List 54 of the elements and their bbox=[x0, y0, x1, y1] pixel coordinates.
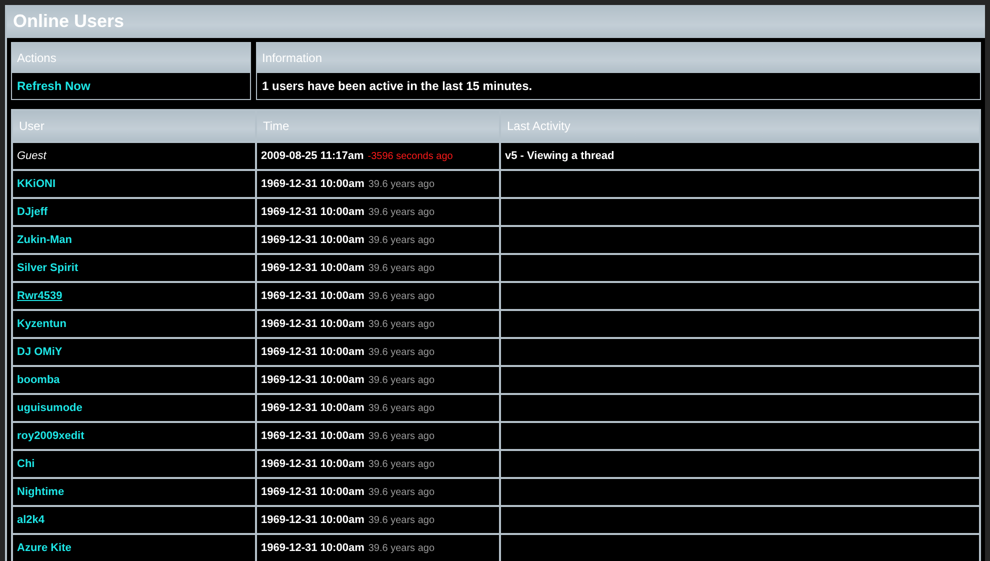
time-ago: 39.6 years ago bbox=[368, 486, 435, 498]
time-ago: 39.6 years ago bbox=[368, 514, 435, 526]
time-text: 1969-12-31 10:00am bbox=[261, 234, 364, 246]
time-ago: 39.6 years ago bbox=[368, 346, 435, 358]
user-link[interactable]: DJ OMiY bbox=[17, 346, 62, 358]
time-text: 1969-12-31 10:00am bbox=[261, 458, 364, 470]
user-link[interactable]: Zukin-Man bbox=[17, 234, 72, 246]
user-link[interactable]: boomba bbox=[17, 374, 60, 386]
time-ago: 39.6 years ago bbox=[368, 178, 435, 190]
user-link[interactable]: Chi bbox=[17, 458, 35, 470]
time-text: 1969-12-31 10:00am bbox=[261, 346, 364, 358]
user-link[interactable]: Rwr4539 bbox=[17, 290, 62, 302]
time-ago: 39.6 years ago bbox=[368, 234, 435, 246]
time-text: 1969-12-31 10:00am bbox=[261, 430, 364, 442]
column-header: User bbox=[13, 111, 255, 141]
user-link[interactable]: uguisumode bbox=[17, 402, 82, 414]
user-link[interactable]: Nightime bbox=[17, 486, 64, 498]
guest-name: Guest bbox=[17, 150, 46, 162]
time-text: 1969-12-31 10:00am bbox=[261, 206, 364, 218]
time-ago: 39.6 years ago bbox=[368, 458, 435, 470]
time-ago: 39.6 years ago bbox=[368, 318, 435, 330]
time-ago: 39.6 years ago bbox=[368, 402, 435, 414]
time-ago: 39.6 years ago bbox=[368, 374, 435, 386]
time-text: 1969-12-31 10:00am bbox=[261, 486, 364, 498]
column-header: Time bbox=[257, 111, 499, 141]
box-heading: Actions bbox=[12, 43, 250, 73]
time-ago: 39.6 years ago bbox=[368, 430, 435, 442]
user-link[interactable]: Azure Kite bbox=[17, 542, 72, 554]
box-heading: Information bbox=[257, 43, 980, 73]
time-ago: 39.6 years ago bbox=[368, 290, 435, 302]
column-header: Last Activity bbox=[501, 111, 979, 141]
time-ago: -3596 seconds ago bbox=[368, 150, 453, 162]
refresh-link[interactable]: Refresh Now bbox=[17, 79, 90, 93]
user-link[interactable]: Silver Spirit bbox=[17, 262, 78, 274]
user-link[interactable]: KKiONI bbox=[17, 178, 56, 190]
page-title: Online Users bbox=[13, 11, 124, 32]
user-link[interactable]: al2k4 bbox=[17, 514, 45, 526]
activity-cell: v5 - Viewing a thread bbox=[501, 143, 979, 169]
time-text: 1969-12-31 10:00am bbox=[261, 262, 364, 274]
time-text: 1969-12-31 10:00am bbox=[261, 374, 364, 386]
information-text: 1 users have been active in the last 15 minutes. bbox=[261, 78, 534, 95]
time-text: 1969-12-31 10:00am bbox=[261, 514, 364, 526]
user-link[interactable]: DJjeff bbox=[17, 206, 48, 218]
time-ago: 39.6 years ago bbox=[368, 206, 435, 218]
time-ago: 39.6 years ago bbox=[368, 262, 435, 274]
time-text: 1969-12-31 10:00am bbox=[261, 290, 364, 302]
time-text: 2009-08-25 11:17am bbox=[261, 150, 364, 162]
time-ago: 39.6 years ago bbox=[368, 542, 435, 554]
time-text: 1969-12-31 10:00am bbox=[261, 402, 364, 414]
time-text: 1969-12-31 10:00am bbox=[261, 178, 364, 190]
time-text: 1969-12-31 10:00am bbox=[261, 318, 364, 330]
user-link[interactable]: roy2009xedit bbox=[17, 430, 84, 442]
time-text: 1969-12-31 10:00am bbox=[261, 542, 364, 554]
user-link[interactable]: Kyzentun bbox=[17, 318, 66, 330]
